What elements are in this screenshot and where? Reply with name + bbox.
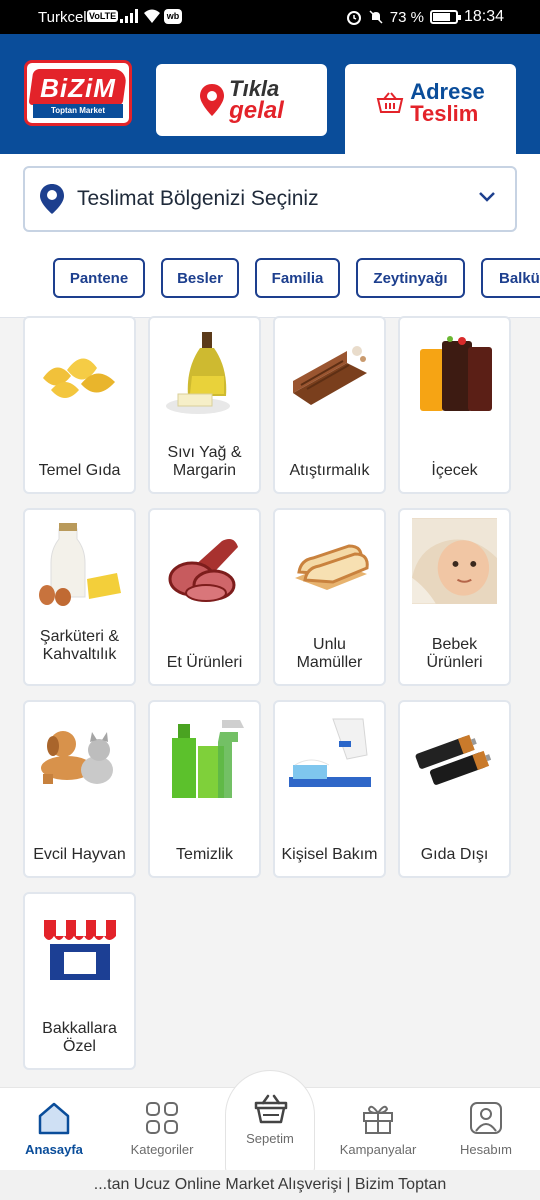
- chip-besler[interactable]: Besler: [161, 258, 239, 298]
- grid-icon: [146, 1102, 178, 1134]
- chip-pantene[interactable]: Pantene: [53, 258, 145, 298]
- signal-icon: [120, 9, 138, 23]
- nav-cart[interactable]: Sepetim: [225, 1070, 315, 1174]
- category-name: Şarküteri & Kahvaltılık: [39, 628, 120, 663]
- battery-icon: [429, 10, 461, 24]
- logo-text: BiZiM: [40, 73, 116, 103]
- category-name: Et Ürünleri: [166, 654, 243, 671]
- category-card[interactable]: Temel Gıda: [23, 316, 136, 494]
- alarm-icon: [346, 11, 361, 25]
- chevron-down-icon: [479, 192, 495, 202]
- salami-icon: [168, 539, 238, 602]
- category-card[interactable]: Temizlik: [148, 700, 261, 878]
- logo-subtitle: Toptan Market: [33, 104, 123, 118]
- category-name: Sıvı Yağ & Margarin: [167, 444, 242, 479]
- map-pin-icon: [40, 184, 64, 214]
- category-card[interactable]: Gıda Dışı: [398, 700, 511, 878]
- gift-icon: [363, 1105, 393, 1134]
- category-card[interactable]: İçecek: [398, 316, 511, 494]
- status-bar: Turkcell VoLTE wb 73 % 18:34: [0, 0, 540, 34]
- location-pin-icon: [200, 84, 225, 116]
- category-name: Temel Gıda: [38, 462, 121, 479]
- app-header: BiZiM Toptan Market Tıkla gelal Adrese T…: [0, 34, 540, 154]
- nav-account[interactable]: Hesabım: [436, 1100, 536, 1157]
- toothbrush-icon: [288, 718, 371, 787]
- nav-account-label: Hesabım: [459, 1142, 513, 1157]
- category-name: Bebek Ürünleri: [426, 636, 483, 671]
- nav-cart-label: Sepetim: [246, 1131, 294, 1146]
- pets-icon: [40, 731, 113, 784]
- category-name: Temizlik: [176, 846, 233, 863]
- cleaning-bottles-icon: [171, 720, 244, 798]
- bizim-logo[interactable]: BiZiM Toptan Market: [24, 60, 132, 126]
- brand-chips: Pantene Besler Familia Zeytinyağı Balküp…: [0, 258, 540, 300]
- battery-percent: 73 %: [389, 8, 424, 26]
- category-card[interactable]: Kişisel Bakım: [273, 700, 386, 878]
- wafer-icon: [292, 346, 367, 405]
- page-title-bar: ...tan Ucuz Online Market Alışverişi | B…: [0, 1170, 540, 1200]
- shopping-basket-icon: [254, 1094, 288, 1124]
- baby-icon: [412, 518, 497, 604]
- category-name: Bakkallara Özel: [42, 1020, 117, 1055]
- batteries-icon: [415, 734, 491, 785]
- pasta-icon: [42, 358, 115, 398]
- wb-icon: wb: [164, 9, 182, 24]
- nav-categories[interactable]: Kategoriler: [112, 1100, 212, 1157]
- nav-campaigns-label: Kampanyalar: [339, 1142, 417, 1157]
- tikla-line-2: gelal: [229, 97, 284, 124]
- category-card[interactable]: Unlu Mamüller: [273, 508, 386, 686]
- wifi-icon: [144, 9, 160, 23]
- storefront-icon: [43, 920, 116, 980]
- category-card[interactable]: Et Ürünleri: [148, 508, 261, 686]
- category-card[interactable]: Şarküteri & Kahvaltılık: [23, 508, 136, 686]
- tab-adrese-teslim[interactable]: Adrese Teslim: [345, 64, 516, 154]
- chip-familia[interactable]: Familia: [255, 258, 340, 298]
- bread-icon: [294, 544, 369, 590]
- chip-zeytinyagi[interactable]: Zeytinyağı: [356, 258, 465, 298]
- user-icon: [470, 1102, 502, 1134]
- category-name: Kişisel Bakım: [281, 846, 378, 863]
- chip-balkupu[interactable]: Balküpü: [481, 258, 540, 298]
- category-name: Atıştırmalık: [289, 462, 370, 479]
- delivery-region-select[interactable]: Teslimat Bölgenizi Seçiniz: [23, 166, 517, 232]
- mute-icon: [369, 10, 383, 24]
- region-select-label: Teslimat Bölgenizi Seçiniz: [77, 187, 319, 210]
- category-card[interactable]: Sıvı Yağ & Margarin: [148, 316, 261, 494]
- nav-home[interactable]: Anasayfa: [4, 1100, 104, 1157]
- nav-home-label: Anasayfa: [25, 1142, 83, 1157]
- category-card[interactable]: Evcil Hayvan: [23, 700, 136, 878]
- home-icon: [38, 1102, 70, 1135]
- oil-bottle-icon: [165, 332, 230, 414]
- nav-categories-label: Kategoriler: [130, 1142, 194, 1157]
- adrese-line-1: Adrese: [410, 79, 485, 104]
- volte-badge: VoLTE: [87, 10, 119, 22]
- category-name: Unlu Mamüller: [296, 636, 363, 671]
- adrese-line-2: Teslim: [410, 101, 479, 126]
- category-name: Evcil Hayvan: [33, 846, 126, 863]
- clock: 18:34: [463, 8, 504, 25]
- carrier-name: Turkcell: [38, 9, 90, 26]
- category-card[interactable]: Bakkallara Özel: [23, 892, 136, 1070]
- tab-tikla-gelal[interactable]: Tıkla gelal: [156, 64, 327, 136]
- drinks-icon: [419, 336, 492, 411]
- category-name: İçecek: [431, 462, 478, 479]
- nav-campaigns[interactable]: Kampanyalar: [328, 1100, 428, 1157]
- breakfast-icon: [38, 523, 121, 606]
- category-card[interactable]: Atıştırmalık: [273, 316, 386, 494]
- basket-icon: [376, 92, 404, 113]
- category-name: Gıda Dışı: [420, 846, 489, 863]
- category-card[interactable]: Bebek Ürünleri: [398, 508, 511, 686]
